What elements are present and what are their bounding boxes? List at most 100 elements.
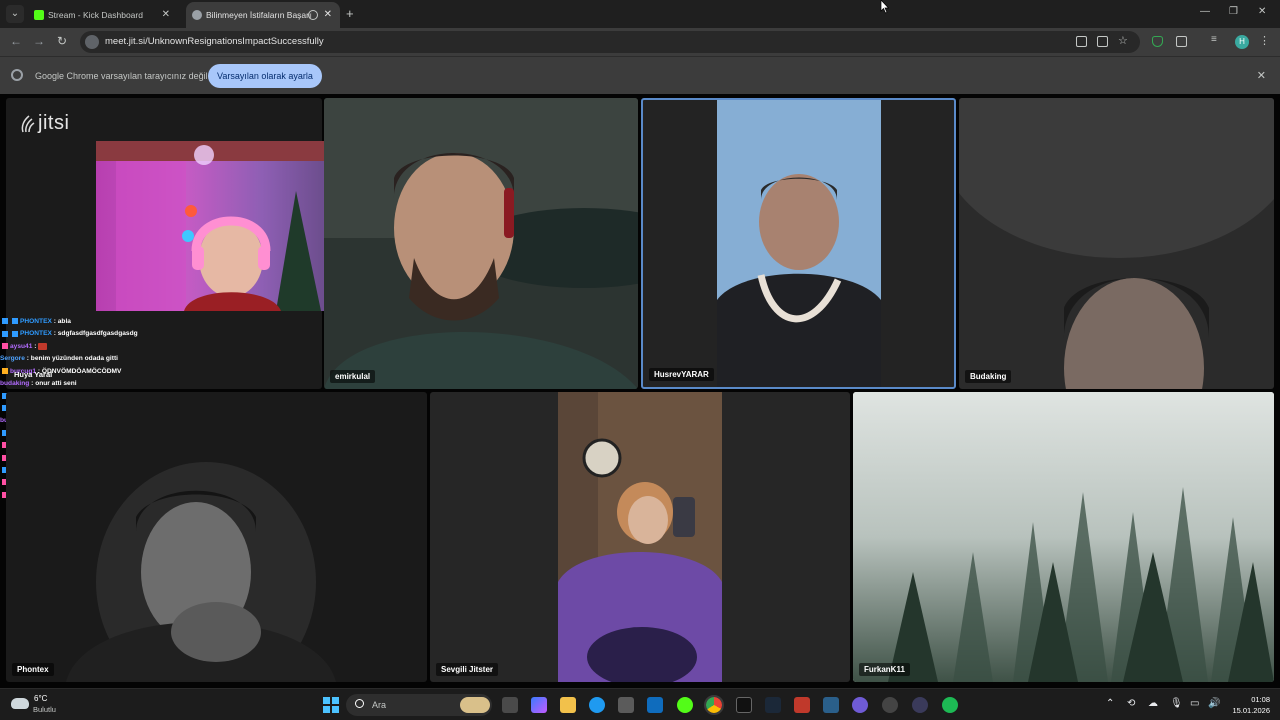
chat-username: aysu41 <box>10 342 33 350</box>
bookmark-star-icon[interactable]: ☆ <box>1118 34 1128 47</box>
participant-video <box>66 462 336 682</box>
tray-onedrive-icon[interactable]: ☁ <box>1148 698 1158 709</box>
overlay-participant-name: Huya Yaral <box>14 370 53 379</box>
weather-description[interactable]: Bulutlu <box>33 705 56 714</box>
obs-icon[interactable] <box>882 697 898 713</box>
tray-display-icon[interactable]: ▭ <box>1190 698 1199 709</box>
task-view-icon[interactable] <box>502 697 518 713</box>
tab-search-button[interactable]: ⌄ <box>6 5 24 23</box>
start-button[interactable] <box>323 697 339 713</box>
video-tile-husrevyarar[interactable]: HusrevYARAR <box>641 98 956 389</box>
translate-icon[interactable] <box>1097 36 1108 47</box>
tab-kick-dashboard[interactable]: Stream - Kick Dashboard ✕ <box>28 2 178 28</box>
profile-avatar[interactable]: H <box>1235 35 1249 49</box>
anydesk-icon[interactable] <box>794 697 810 713</box>
outlook-icon[interactable] <box>647 697 663 713</box>
chat-badge-icon <box>2 330 8 337</box>
shield-extension-icon[interactable] <box>1152 36 1163 47</box>
video-tile-furkank11[interactable]: FurkanK11 <box>853 392 1274 682</box>
video-tile-emirkulal[interactable]: emirkulal <box>324 98 638 389</box>
chat-message: PHONTEX : sdgfasdfgasdfgasdgasdg <box>0 328 330 340</box>
search-placeholder: Ara <box>372 700 387 710</box>
site-info-icon[interactable] <box>85 35 99 49</box>
participant-name: Sevgili Jitster <box>436 663 499 676</box>
edge-icon[interactable] <box>589 697 605 713</box>
epic-games-icon[interactable] <box>736 697 752 713</box>
chat-text: sdgfasdfgasdfgasdgasdg <box>57 330 138 338</box>
jitsi-logo: jitsi <box>38 112 70 134</box>
search-highlight-icon <box>460 697 490 713</box>
url-text[interactable]: meet.jit.si/UnknownResignationsImpactSuc… <box>105 31 324 53</box>
participant-name: Budaking <box>965 370 1012 383</box>
participant-video <box>558 392 722 682</box>
set-default-button[interactable]: Varsayılan olarak ayarla <box>208 64 322 88</box>
copilot-icon[interactable] <box>531 697 547 713</box>
kick-favicon-icon <box>34 10 44 20</box>
tray-chevron-up-icon[interactable]: ⌃ <box>1106 698 1114 709</box>
chat-text: ÖDNVÖMDÖAMÖCÖDMV <box>41 367 122 375</box>
chat-username: budaking <box>0 379 30 387</box>
clock-date: 15.01.2026 <box>1232 706 1270 715</box>
infobar-message: Google Chrome varsayılan tarayıcınız değ… <box>35 71 208 81</box>
chrome-taskbar-icon[interactable] <box>704 695 724 715</box>
reload-icon[interactable]: ↻ <box>57 34 67 48</box>
weather-temperature[interactable]: 6°C <box>34 694 47 703</box>
tab-jitsi-meeting[interactable]: Bilinmeyen İstifaların Başarılı Etkisi ✕ <box>186 2 340 28</box>
jitsi-logo-icon <box>21 115 35 133</box>
system-clock[interactable]: 01:08 15.01.2026 <box>1226 694 1270 716</box>
participant-name: HusrevYARAR <box>649 368 714 381</box>
chat-text: abla <box>57 318 71 325</box>
chat-username: Sergore <box>0 355 25 363</box>
spotify-icon[interactable] <box>942 697 958 713</box>
video-tile-sevgili-jitster[interactable]: Sevgili Jitster <box>430 392 850 682</box>
chat-badge-icon <box>12 318 18 325</box>
minimize-icon[interactable]: — <box>1200 6 1210 17</box>
forward-icon[interactable]: → <box>33 34 45 48</box>
chat-message: budaking : onur atti seni <box>0 379 77 387</box>
restore-icon[interactable]: ❐ <box>1229 6 1238 17</box>
close-infobar-icon[interactable]: ✕ <box>1257 57 1266 95</box>
tray-sync-icon[interactable]: ⟲ <box>1127 698 1135 709</box>
app-circle-icon[interactable] <box>912 697 928 713</box>
chat-text: onur atti seni <box>35 379 77 387</box>
cast-icon[interactable] <box>1076 36 1087 47</box>
app-play-icon[interactable] <box>852 697 868 713</box>
chrome-icon <box>11 69 23 81</box>
tray-volume-icon[interactable]: 🔊 <box>1208 698 1220 709</box>
chat-badge-icon <box>12 330 18 337</box>
participant-name: FurkanK11 <box>859 663 910 676</box>
search-icon <box>355 699 364 708</box>
participant-video <box>959 98 1274 389</box>
app-wave-icon[interactable] <box>823 697 839 713</box>
taskbar-search[interactable]: Ara <box>346 694 492 716</box>
chat-badge-icon <box>2 343 8 350</box>
video-tile-budaking[interactable]: Budaking <box>959 98 1274 389</box>
windows-taskbar: 6°C Bulutlu Ara ⌃ ⟲ ☁ 🎙 ▭ 🔊 01:08 15.01.… <box>0 688 1280 720</box>
jitsi-favicon-icon <box>192 10 202 20</box>
participant-video <box>324 98 638 389</box>
chat-message: aysu41 : <box>0 341 330 353</box>
clock-time: 01:08 <box>1251 695 1270 704</box>
tray-microphone-icon[interactable]: 🎙 <box>1170 698 1183 709</box>
close-tab-icon[interactable]: ✕ <box>324 2 332 28</box>
store-icon[interactable] <box>618 697 634 713</box>
cloud-weather-icon[interactable] <box>11 698 29 709</box>
extensions-puzzle-icon[interactable] <box>1176 36 1187 47</box>
close-window-icon[interactable]: ✕ <box>1258 6 1266 17</box>
chat-badge-icon <box>2 367 8 374</box>
media-controls-icon[interactable]: ≡ <box>1211 34 1217 45</box>
menu-kebab-icon[interactable]: ⋮ <box>1259 34 1270 47</box>
steam-icon[interactable] <box>765 697 781 713</box>
new-tab-button[interactable]: + <box>346 6 354 22</box>
address-bar[interactable]: meet.jit.si/UnknownResignationsImpactSuc… <box>80 31 1140 53</box>
tab-title: Stream - Kick Dashboard <box>48 10 143 20</box>
file-explorer-icon[interactable] <box>560 697 576 713</box>
close-tab-icon[interactable]: ✕ <box>162 2 170 28</box>
browser-toolbar: ← → ↻ meet.jit.si/UnknownResignationsImp… <box>0 28 1280 56</box>
chat-badge-icon <box>2 318 8 325</box>
tab-title: Bilinmeyen İstifaların Başarılı Etkisi <box>206 10 312 20</box>
back-icon[interactable]: ← <box>10 34 22 48</box>
chat-message: PHONTEX : abla <box>0 316 330 328</box>
video-tile-phontex[interactable]: Phontex <box>6 392 427 682</box>
kick-app-icon[interactable] <box>677 697 693 713</box>
